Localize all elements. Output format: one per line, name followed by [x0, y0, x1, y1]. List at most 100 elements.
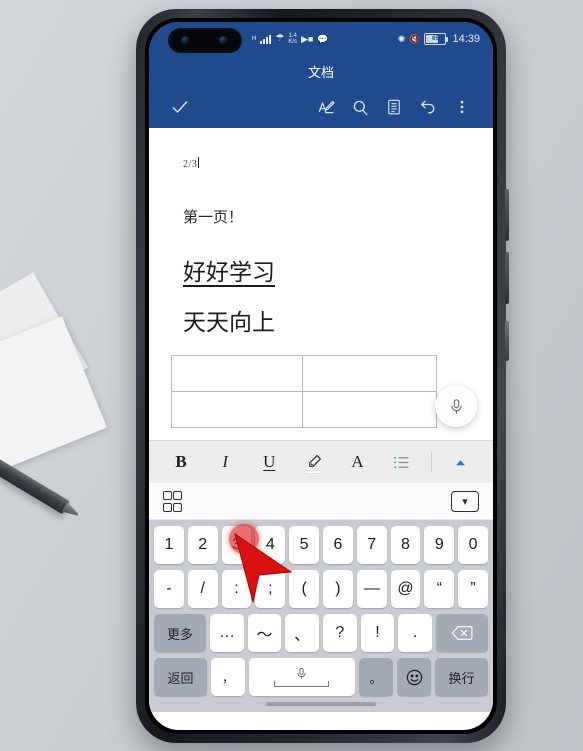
- chevron-down-icon[interactable]: ▾: [451, 490, 479, 512]
- bold-button[interactable]: B: [166, 446, 196, 478]
- key-5[interactable]: 5: [289, 526, 319, 564]
- italic-button[interactable]: I: [210, 446, 240, 478]
- pen-edit-icon[interactable]: [309, 90, 343, 124]
- apps-grid-icon[interactable]: [163, 490, 182, 512]
- desk-paper-sheet: [0, 316, 108, 484]
- search-icon[interactable]: [343, 90, 377, 124]
- key-6[interactable]: 6: [323, 526, 353, 564]
- signal-bars-icon: [260, 34, 272, 44]
- key-quote-open[interactable]: “: [424, 570, 455, 608]
- photo-scene: H ☂ 1.4 K/s ▶■ 💬 ✺ 🔇 65 14:39 文档 2/3 第一页…: [0, 0, 583, 751]
- key-paren-close[interactable]: ): [323, 570, 353, 608]
- bullet-list-button[interactable]: [387, 446, 417, 478]
- phone-bezel: H ☂ 1.4 K/s ▶■ 💬 ✺ 🔇 65 14:39 文档 2/3 第一页…: [145, 18, 497, 734]
- keyboard-row-bottom: 返回 ， 。 换行: [154, 658, 488, 696]
- underline-button[interactable]: U: [254, 446, 284, 478]
- smiley-icon[interactable]: [396, 658, 432, 696]
- status-bar: H ☂ 1.4 K/s ▶■ 💬 ✺ 🔇 65 14:39: [149, 22, 493, 56]
- camera-lens-right: [219, 36, 228, 45]
- battery-icon: 65: [424, 33, 449, 45]
- document-heading-2: 天天向上: [183, 310, 275, 336]
- collapse-toolbar-button[interactable]: [446, 446, 476, 478]
- key-9[interactable]: 9: [424, 526, 455, 564]
- format-toolbar: B I U A: [149, 440, 493, 483]
- key-7[interactable]: 7: [356, 526, 387, 564]
- clock-label: 14:39: [452, 33, 480, 45]
- home-indicator[interactable]: [266, 702, 376, 706]
- return-key[interactable]: 返回: [154, 658, 207, 696]
- network-type-label: H: [252, 36, 257, 42]
- key-tilde[interactable]: ～: [247, 614, 282, 652]
- key-ideographic-period[interactable]: 。: [358, 658, 393, 696]
- page-title: 文档: [307, 64, 334, 80]
- key-comma[interactable]: ，: [210, 658, 246, 696]
- key-1[interactable]: 1: [154, 526, 184, 564]
- check-icon[interactable]: [163, 90, 197, 124]
- key-semicolon[interactable]: ;: [255, 570, 286, 608]
- network-speed-unit: K/s: [288, 39, 297, 45]
- font-color-button[interactable]: A: [343, 446, 373, 478]
- keyboard-toolbar: ▾: [149, 483, 493, 520]
- table-cell[interactable]: [171, 391, 303, 428]
- toolbar-divider: [430, 452, 432, 472]
- status-left-group: H ☂ 1.4 K/s ▶■ 💬: [252, 33, 329, 45]
- volume-up-button[interactable]: [505, 189, 509, 241]
- document-heading-1: 好好学习: [183, 260, 275, 286]
- text-caret: [198, 157, 200, 168]
- document-canvas[interactable]: 2/3 第一页！ 好好学习 天天向上: [149, 128, 493, 440]
- document-page-number: 2/3: [183, 157, 200, 170]
- keyboard-row-more: 更多 … ～ 、 ? ! .: [154, 614, 488, 652]
- key-quote-close[interactable]: ”: [458, 570, 488, 608]
- key-question[interactable]: ?: [323, 614, 357, 652]
- key-period[interactable]: .: [398, 614, 432, 652]
- table-cell[interactable]: [302, 355, 437, 392]
- keyboard-row-symbols: - / : ; ( ) — @ “ ”: [154, 570, 488, 608]
- network-speed-indicator: 1.4 K/s: [288, 33, 297, 45]
- undo-icon[interactable]: [411, 90, 445, 124]
- key-exclamation[interactable]: !: [360, 614, 395, 652]
- punch-hole-camera: [168, 28, 242, 53]
- key-slash[interactable]: /: [187, 570, 218, 608]
- key-0[interactable]: 0: [458, 526, 488, 564]
- more-vertical-icon[interactable]: [445, 90, 479, 124]
- newline-key[interactable]: 换行: [435, 658, 488, 696]
- wifi-icon: ☂: [275, 33, 285, 44]
- highlight-color-swatch: [304, 470, 323, 474]
- key-8[interactable]: 8: [390, 526, 421, 564]
- key-dash[interactable]: —: [356, 570, 387, 608]
- key-ideographic-comma[interactable]: 、: [285, 614, 319, 652]
- stylus-pen-tip: [62, 502, 81, 520]
- space-key[interactable]: [249, 658, 355, 696]
- key-3[interactable]: 3: [221, 526, 252, 564]
- key-hyphen[interactable]: -: [154, 570, 184, 608]
- backspace-icon[interactable]: [435, 614, 488, 652]
- key-2[interactable]: 2: [187, 526, 218, 564]
- microphone-icon[interactable]: [435, 385, 477, 427]
- table-cell[interactable]: [171, 355, 303, 392]
- mute-icon: 🔇: [409, 33, 421, 44]
- document-line-1: 第一页！: [183, 208, 244, 226]
- camera-lens-left: [181, 36, 190, 45]
- key-ellipsis[interactable]: …: [210, 614, 244, 652]
- battery-percent-label: 65: [432, 36, 439, 42]
- volume-down-button[interactable]: [505, 252, 509, 304]
- key-at[interactable]: @: [390, 570, 421, 608]
- power-button[interactable]: [505, 321, 509, 361]
- key-colon[interactable]: :: [221, 570, 252, 608]
- table-cell[interactable]: [302, 391, 437, 428]
- bluetooth-icon: ✺: [397, 33, 406, 44]
- document-table[interactable]: [171, 355, 437, 428]
- key-paren-open[interactable]: (: [289, 570, 319, 608]
- document-outline-icon[interactable]: [377, 90, 411, 124]
- keyboard-row-numbers: 1 2 3 4 5 6 7 8 9 0: [154, 526, 488, 564]
- video-camera-icon: ▶■: [300, 33, 314, 44]
- more-symbols-key[interactable]: 更多: [154, 614, 207, 652]
- status-right-group: ✺ 🔇 65 14:39: [398, 33, 480, 45]
- space-bar-underline: [274, 681, 330, 687]
- highlighter-button[interactable]: [298, 446, 328, 478]
- smartphone-device: H ☂ 1.4 K/s ▶■ 💬 ✺ 🔇 65 14:39 文档 2/3 第一页…: [136, 9, 509, 743]
- table-row[interactable]: [171, 391, 437, 428]
- virtual-keyboard: ▾ 1 2 3 4 5 6 7 8 9 0 - /: ; () — @ “ …: [149, 483, 493, 712]
- key-4[interactable]: 4: [255, 526, 286, 564]
- table-row[interactable]: [171, 355, 437, 392]
